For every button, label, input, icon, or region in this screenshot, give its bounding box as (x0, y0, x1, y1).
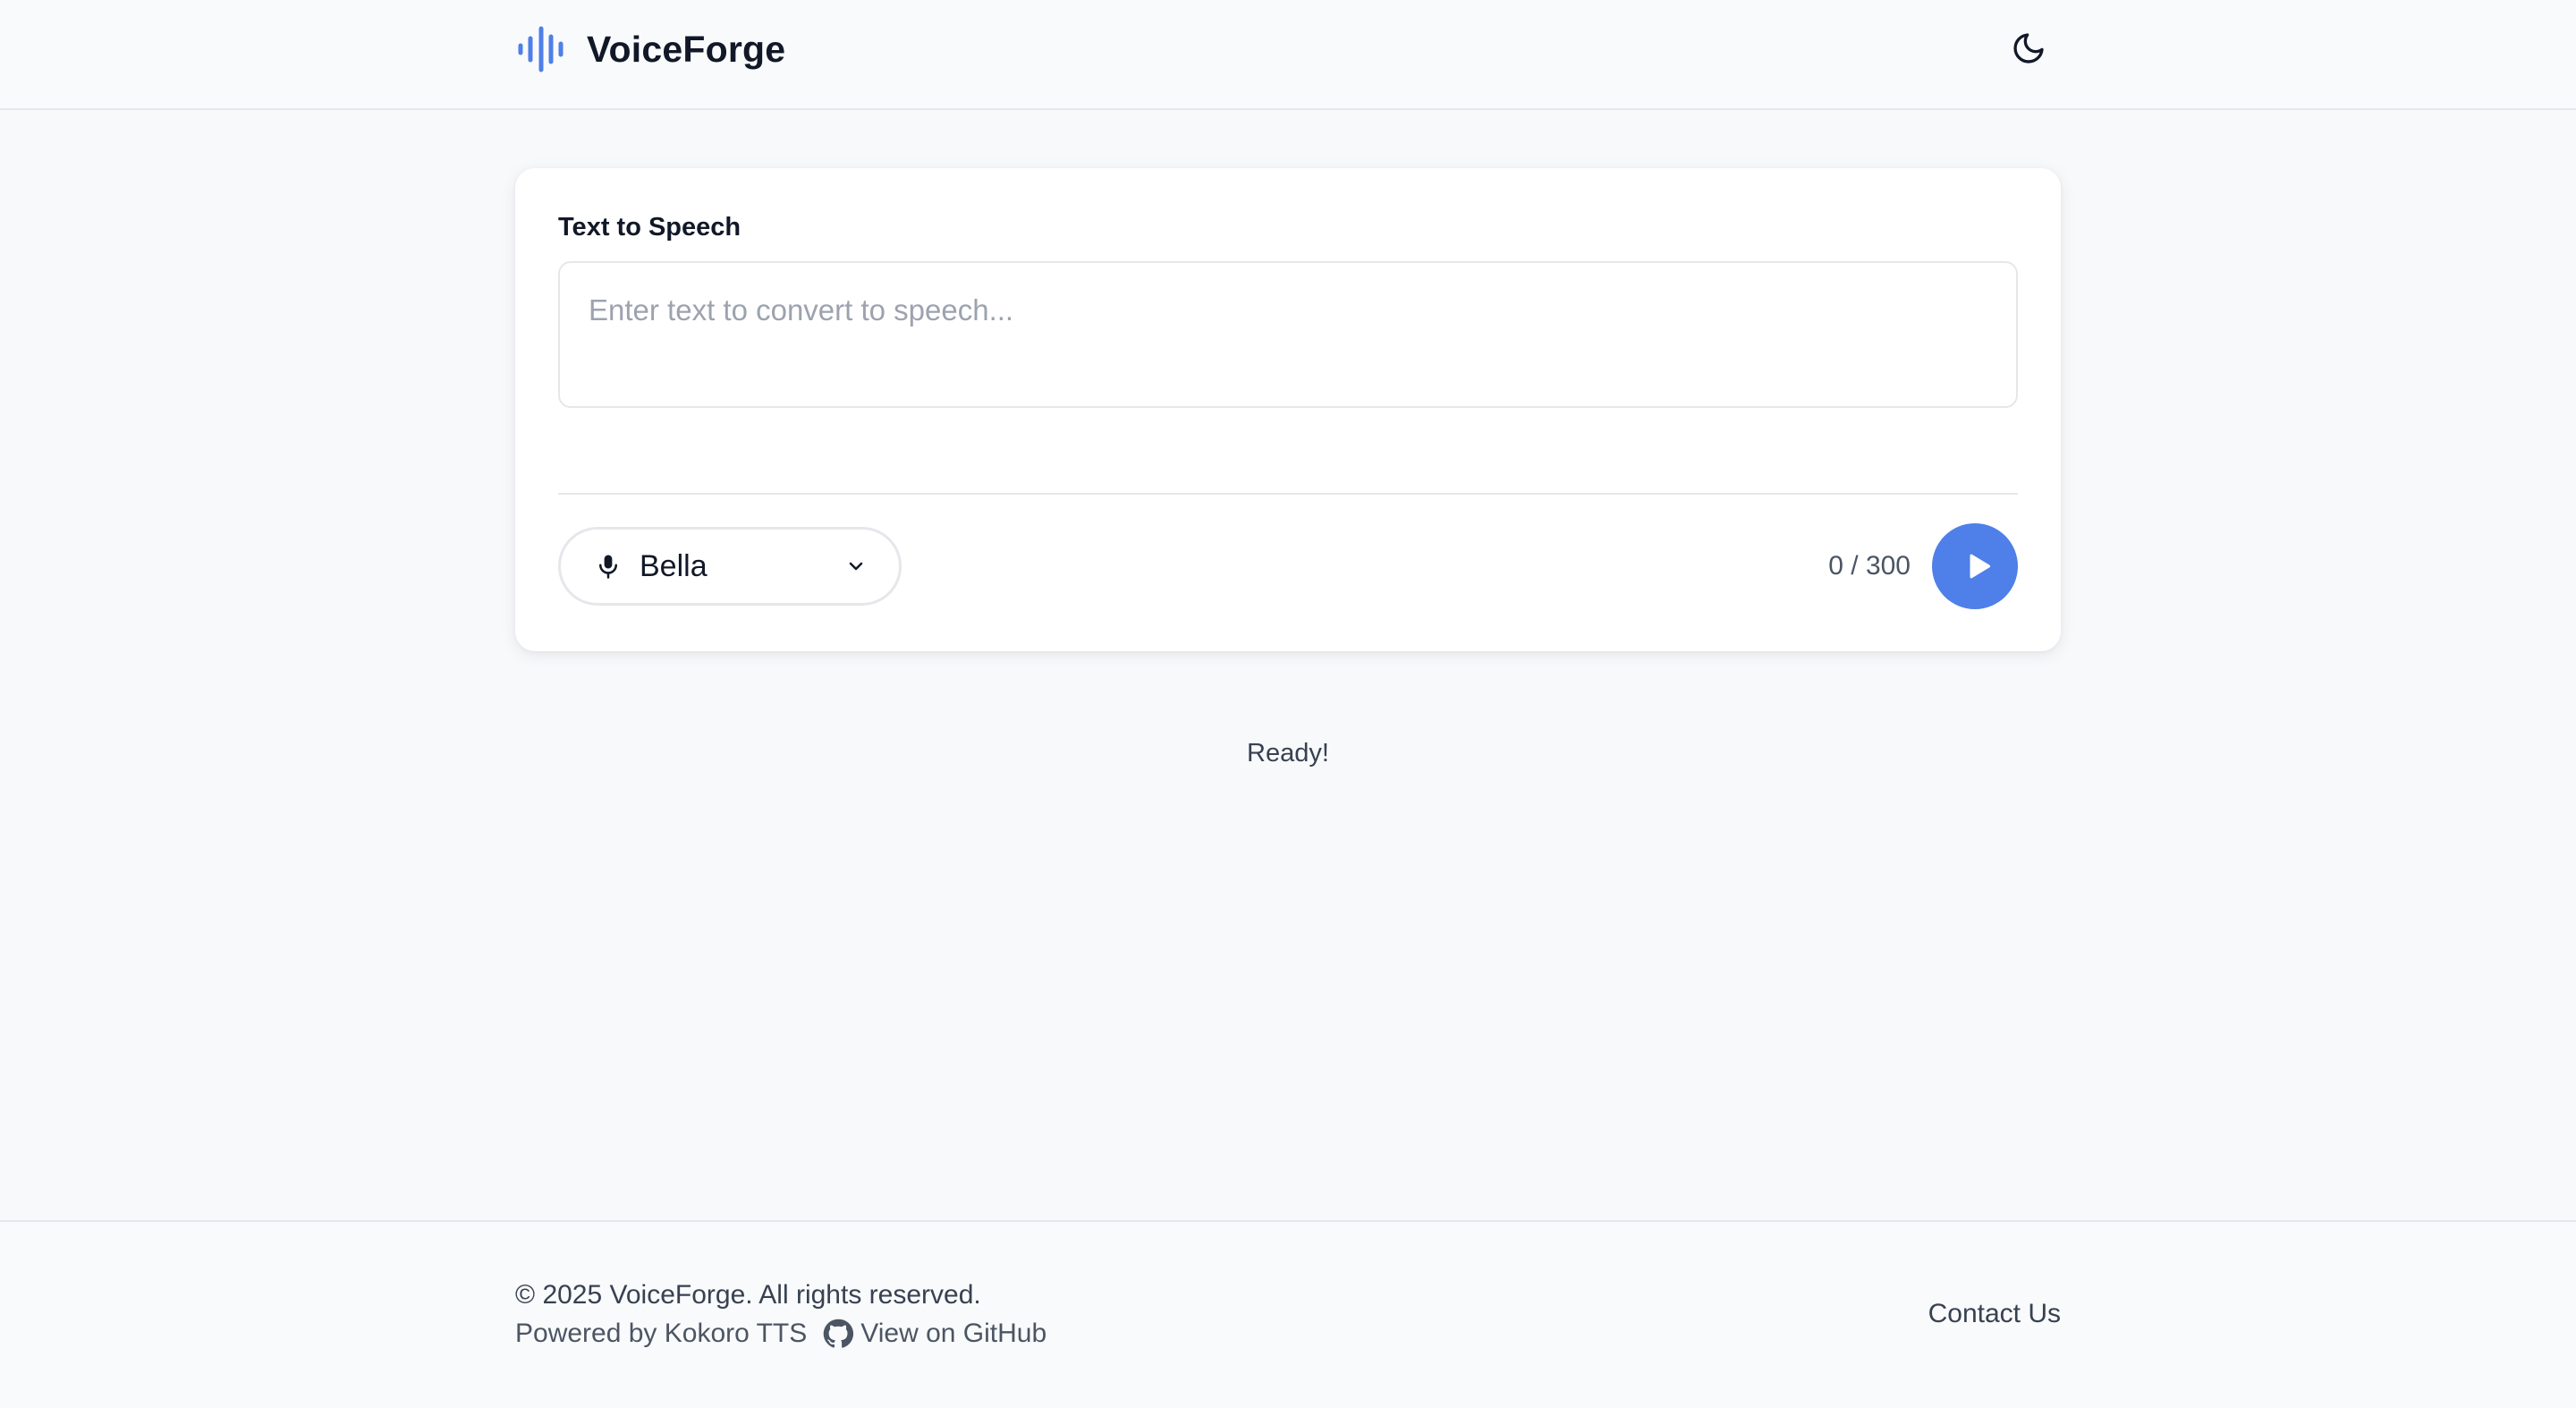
card-divider (558, 493, 2018, 495)
theme-toggle-button[interactable] (2007, 27, 2050, 70)
tts-card: Text to Speech Bella 0 / 300 (515, 168, 2061, 651)
status-message: Ready! (1247, 739, 1329, 768)
github-link[interactable]: View on GitHub (823, 1319, 1046, 1349)
page: VoiceForge Text to Speech Bella 0 / 300 (0, 0, 2576, 1408)
audio-waveform-icon (518, 26, 564, 72)
app-header: VoiceForge (0, 0, 2576, 110)
app-footer: © 2025 VoiceForge. All rights reserved. … (0, 1220, 2576, 1408)
play-icon (1970, 554, 1990, 579)
microphone-icon (599, 555, 617, 579)
brand-name: VoiceForge (587, 28, 786, 70)
voice-select[interactable]: Bella (558, 527, 902, 606)
github-link-label: View on GitHub (860, 1319, 1047, 1348)
github-icon (823, 1319, 854, 1348)
character-counter: 0 / 300 (1828, 551, 1911, 581)
play-button[interactable] (1932, 523, 2018, 609)
card-label: Text to Speech (558, 213, 741, 242)
voice-select-value: Bella (640, 548, 708, 583)
powered-by-row: Powered by Kokoro TTS View on GitHub (515, 1316, 1046, 1352)
chevron-down-icon (849, 562, 863, 571)
tts-text-input[interactable] (558, 261, 2018, 408)
contact-us-link[interactable]: Contact Us (1928, 1299, 2061, 1329)
moon-icon (2013, 33, 2044, 64)
copyright-text: © 2025 VoiceForge. All rights reserved. (515, 1280, 981, 1310)
powered-by-text: Powered by Kokoro TTS (515, 1319, 808, 1348)
brand[interactable]: VoiceForge (515, 22, 785, 76)
